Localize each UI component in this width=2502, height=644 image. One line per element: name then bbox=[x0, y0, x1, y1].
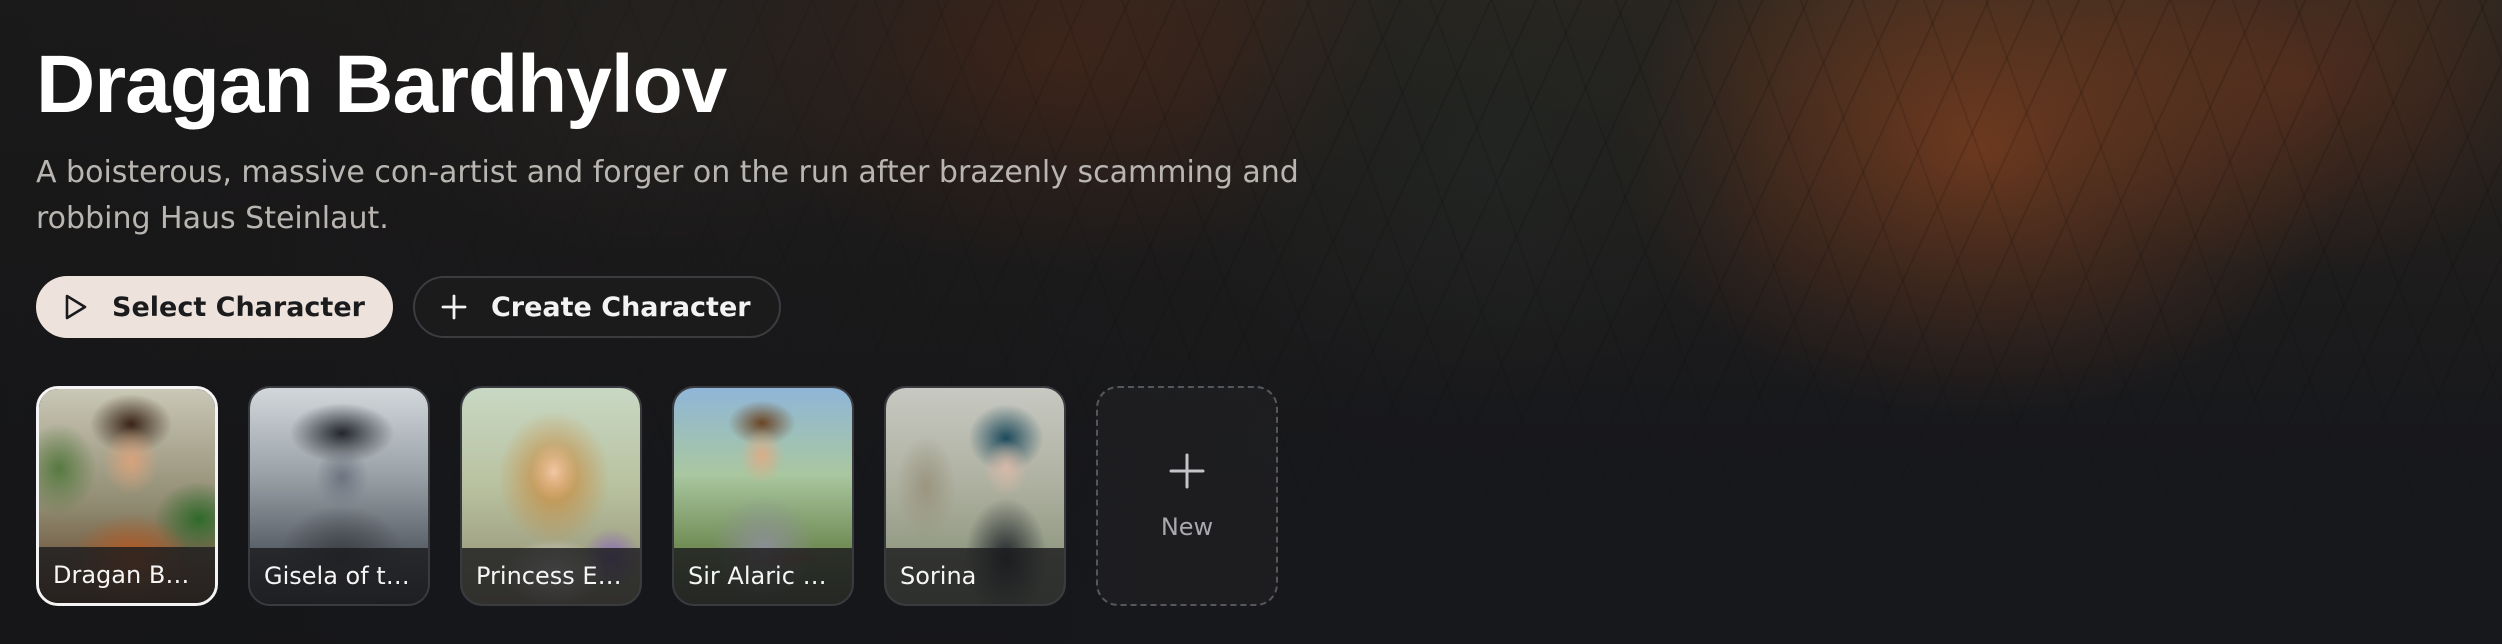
plus-icon bbox=[1167, 451, 1207, 491]
play-icon bbox=[58, 290, 92, 324]
character-card-caption: Sorina bbox=[886, 548, 1064, 604]
character-card-label: Sorina bbox=[900, 562, 977, 590]
character-title: Dragan Bardhylov bbox=[36, 39, 727, 130]
character-card-list: Dragan Bar... Gisela of th... Princess E… bbox=[36, 386, 1278, 606]
character-card-label: Princess Ela... bbox=[476, 562, 626, 590]
character-card-caption: Princess Ela... bbox=[462, 548, 640, 604]
action-buttons: Select Character Create Character bbox=[36, 276, 781, 338]
character-card[interactable]: Princess Ela... bbox=[460, 386, 642, 606]
character-card-caption: Gisela of th... bbox=[250, 548, 428, 604]
character-card[interactable]: Gisela of th... bbox=[248, 386, 430, 606]
create-character-label: Create Character bbox=[490, 291, 751, 323]
character-card[interactable]: Dragan Bar... bbox=[36, 386, 218, 606]
new-character-card[interactable]: New bbox=[1096, 386, 1278, 606]
select-character-button[interactable]: Select Character bbox=[36, 276, 393, 338]
character-card-caption: Sir Alaric R... bbox=[674, 548, 852, 604]
create-character-button[interactable]: Create Character bbox=[412, 276, 781, 338]
character-hub: Dragan Bardhylov A boisterous, massive c… bbox=[0, 0, 2502, 644]
character-card-label: Sir Alaric R... bbox=[688, 562, 838, 590]
character-card[interactable]: Sorina bbox=[884, 386, 1066, 606]
select-character-label: Select Character bbox=[112, 291, 365, 323]
character-card-label: Gisela of th... bbox=[264, 562, 414, 590]
character-card-label: Dragan Bar... bbox=[53, 561, 201, 589]
plus-icon bbox=[437, 290, 471, 324]
new-character-label: New bbox=[1160, 513, 1214, 541]
character-card-caption: Dragan Bar... bbox=[39, 547, 215, 603]
character-description: A boisterous, massive con-artist and for… bbox=[36, 155, 1299, 236]
character-card[interactable]: Sir Alaric R... bbox=[672, 386, 854, 606]
